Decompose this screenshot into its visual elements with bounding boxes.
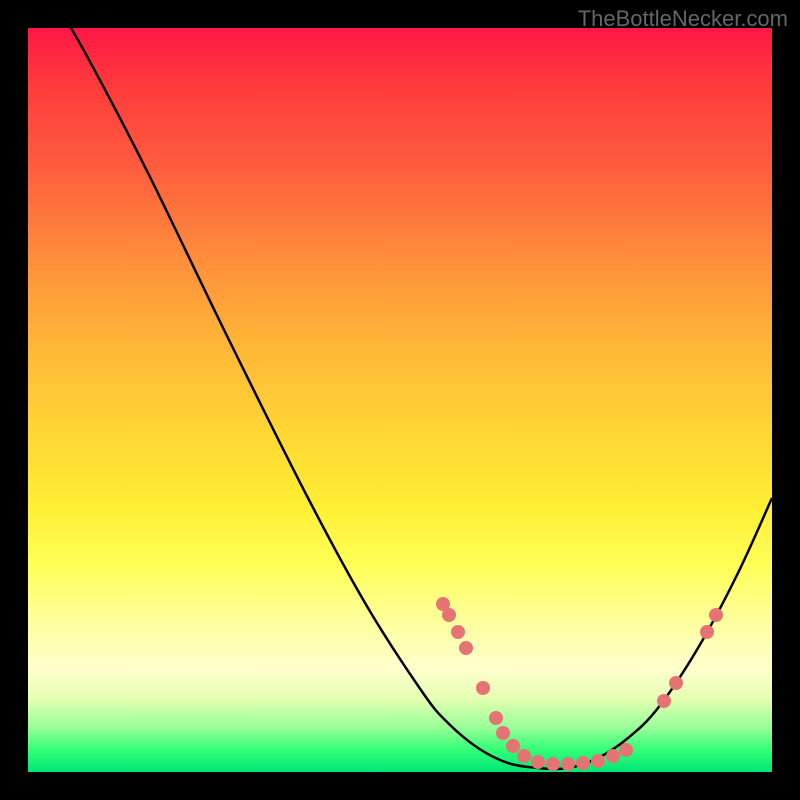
bottleneck-curve [53,28,772,769]
data-marker [606,749,620,763]
data-marker [476,681,490,695]
data-marker [576,756,590,770]
data-marker [459,641,473,655]
data-marker [442,608,456,622]
data-marker [489,711,503,725]
data-marker [517,749,531,763]
data-marker [700,625,714,639]
data-marker [669,676,683,690]
data-marker [561,757,575,771]
data-marker [657,694,671,708]
data-marker [591,754,605,768]
data-marker [531,755,545,769]
data-markers [436,597,723,771]
watermark-text: TheBottleNecker.com [578,6,788,32]
data-marker [619,743,633,757]
data-marker [506,739,520,753]
plot-area [28,28,772,772]
data-marker [546,757,560,771]
data-marker [451,625,465,639]
data-marker [709,608,723,622]
chart-container: TheBottleNecker.com [0,0,800,800]
chart-svg [28,28,772,772]
data-marker [496,726,510,740]
